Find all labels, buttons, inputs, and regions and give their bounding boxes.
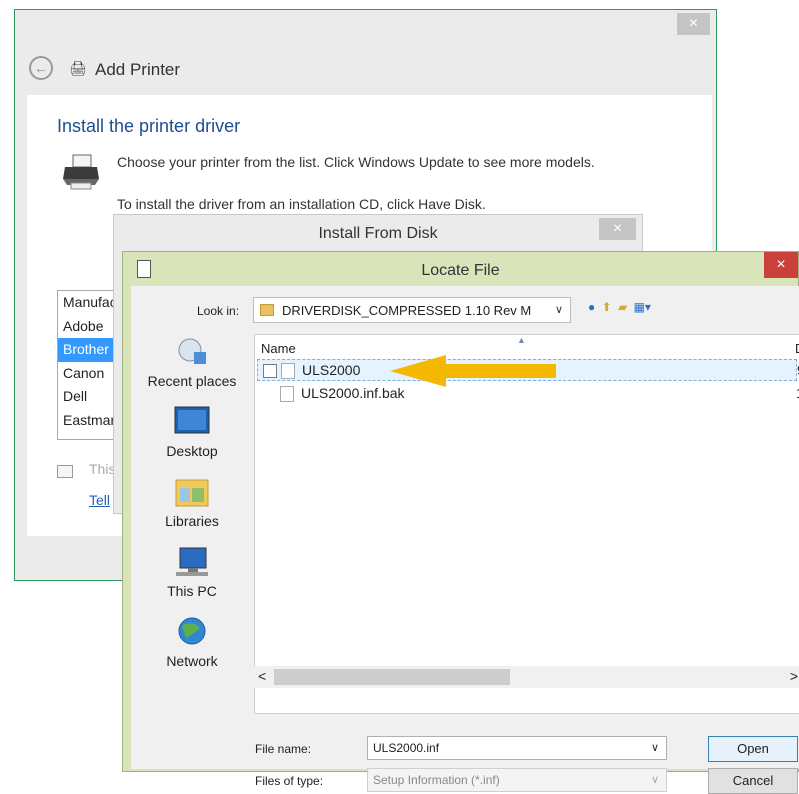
list-item-selected[interactable]: Brother: [58, 338, 116, 362]
window-title: Add Printer: [95, 60, 181, 79]
add-printer-nav: ← 🖨 Add Printer: [15, 46, 716, 98]
locate-file-close-button[interactable]: ×: [764, 252, 798, 278]
callout-arrow-icon: [390, 355, 556, 387]
manufacturer-list[interactable]: Manufac Adobe Brother Canon Dell Eastmar: [57, 290, 117, 440]
scroll-left-icon[interactable]: <: [258, 668, 266, 684]
install-from-disk-close-button[interactable]: ×: [599, 218, 636, 240]
file-name: ULS2000: [302, 362, 361, 378]
desktop-icon: [174, 406, 210, 434]
computer-icon: [176, 547, 208, 576]
place-this-pc[interactable]: This PC: [137, 546, 247, 599]
page-heading: Install the printer driver: [57, 116, 241, 136]
tell-me-link[interactable]: Tell: [89, 492, 110, 508]
chevron-down-icon[interactable]: ∨: [651, 741, 659, 754]
scrollbar-thumb[interactable]: [274, 669, 510, 685]
scroll-right-icon[interactable]: >: [790, 668, 798, 684]
list-item[interactable]: Adobe: [58, 315, 116, 339]
have-disk-text: To install the driver from an installati…: [117, 196, 486, 212]
folder-icon: [260, 304, 274, 316]
column-header-name[interactable]: Name: [261, 341, 296, 356]
up-folder-icon[interactable]: ⬆: [602, 300, 612, 314]
back-icon[interactable]: ●: [588, 300, 595, 314]
chevron-down-icon[interactable]: ∨: [555, 303, 563, 316]
libraries-icon: [175, 479, 209, 507]
place-network[interactable]: Network: [137, 616, 247, 669]
place-recent[interactable]: Recent places: [137, 336, 247, 389]
network-globe-icon: [178, 617, 206, 645]
place-label: This PC: [167, 583, 217, 599]
printer-icon: [63, 154, 99, 190]
signed-driver-text: This: [89, 461, 116, 477]
signed-driver-icon: [57, 465, 73, 478]
view-menu-icon[interactable]: ▦▾: [634, 300, 651, 314]
chevron-down-icon[interactable]: ∨: [651, 773, 659, 786]
file-name-label: File name:: [255, 742, 312, 756]
manufacturer-header[interactable]: Manufac: [58, 291, 116, 315]
new-folder-icon[interactable]: ▰: [618, 300, 627, 314]
setup-file-icon: [281, 363, 295, 379]
file-list[interactable]: ▲ Name D ULS2000 9 ULS2000.inf.bak 1: [254, 334, 799, 714]
list-item[interactable]: Dell: [58, 385, 116, 409]
file-name-value: ULS2000.inf: [373, 741, 440, 755]
place-label: Network: [166, 653, 218, 669]
printer-small-icon: 🖨: [69, 60, 87, 76]
place-label: Desktop: [166, 443, 218, 459]
locate-file-dialog: Locate File × Look in: DRIVERDISK_COMPRE…: [122, 251, 799, 794]
back-arrow-icon[interactable]: ←: [29, 56, 53, 80]
list-item[interactable]: Eastmar: [58, 409, 116, 433]
instruction-text: Choose your printer from the list. Click…: [117, 154, 595, 170]
column-header-date[interactable]: D: [795, 341, 799, 356]
toolbar: ● ⬆ ▰ ▦▾: [588, 300, 654, 314]
recent-places-icon: [178, 338, 206, 364]
open-button[interactable]: Open: [708, 736, 798, 762]
place-label: Recent places: [147, 373, 237, 389]
callout-arrow-shape: [390, 355, 556, 387]
sort-up-icon: ▲: [517, 335, 526, 345]
file-name: ULS2000.inf.bak: [301, 385, 405, 401]
dialog-title: Locate File: [421, 262, 500, 279]
look-in-dropdown[interactable]: DRIVERDISK_COMPRESSED 1.10 Rev M ∨: [253, 297, 571, 323]
row-checkbox[interactable]: [263, 364, 277, 378]
place-label: Libraries: [165, 513, 219, 529]
horizontal-scrollbar[interactable]: < >: [254, 666, 799, 688]
file-name-input[interactable]: ULS2000.inf ∨: [367, 736, 667, 760]
places-bar: Recent places Desktop Libraries This PC …: [137, 336, 247, 716]
file-icon: [280, 386, 294, 402]
place-libraries[interactable]: Libraries: [137, 476, 247, 529]
add-printer-close-button[interactable]: ×: [677, 13, 710, 35]
look-in-value: DRIVERDISK_COMPRESSED 1.10 Rev M: [282, 303, 532, 318]
files-of-type-value: Setup Information (*.inf): [373, 773, 500, 787]
files-of-type-label: Files of type:: [255, 774, 324, 788]
list-item[interactable]: Canon: [58, 362, 116, 386]
place-desktop[interactable]: Desktop: [137, 406, 247, 459]
dialog-title: Install From Disk: [318, 225, 438, 242]
look-in-label: Look in:: [197, 304, 240, 318]
